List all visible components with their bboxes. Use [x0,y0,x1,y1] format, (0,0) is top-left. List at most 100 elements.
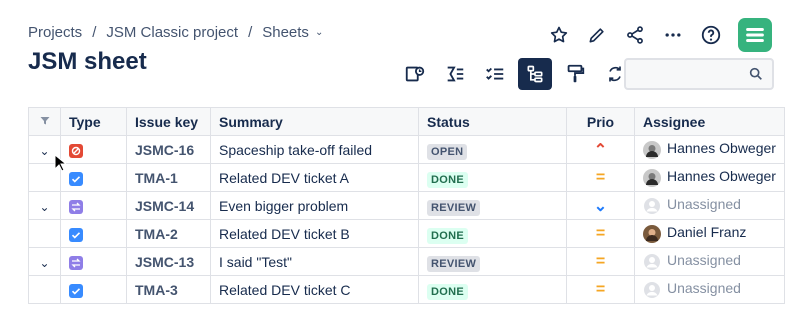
more-icon[interactable] [662,24,684,46]
issue-summary[interactable]: Related DEV ticket A [210,163,419,192]
status-cell[interactable]: DONE [418,219,567,248]
issue-key[interactable]: JSMC-14 [126,191,211,220]
expand-toggle[interactable]: ⌄ [28,191,61,220]
status-badge[interactable]: DONE [427,283,468,300]
toolbar [398,58,632,90]
issue-summary[interactable]: Related DEV ticket C [210,275,419,304]
change-icon [69,199,83,214]
issue-summary[interactable]: I said "Test" [210,247,419,276]
status-cell[interactable]: OPEN [418,135,567,164]
header-summary[interactable]: Summary [210,107,419,136]
issue-key[interactable]: TMA-1 [126,163,211,192]
priority-cell[interactable]: ⌃ [566,135,635,164]
status-badge[interactable]: REVIEW [427,199,481,216]
type-cell [60,191,127,220]
assignee-name[interactable]: Unassigned [667,196,741,212]
breadcrumb-sheets[interactable]: Sheets [262,24,309,41]
priority-cell[interactable]: = [566,275,635,304]
table-row[interactable]: ⌄ JSMC-14 Even bigger problem REVIEW ⌄ Unassi… [28,191,785,220]
header-actions [548,18,772,52]
assignee-cell[interactable]: Hannes Obweger [634,163,785,192]
assignee-cell[interactable]: Unassigned [634,247,785,276]
breadcrumb-project[interactable]: JSM Classic project [106,24,238,41]
avatar [643,224,661,243]
assignee-name[interactable]: Hannes Obweger [667,140,776,156]
table-row[interactable]: ⌄ JSMC-13 I said "Test" REVIEW = Unassigned [28,247,785,276]
issue-summary[interactable]: Related DEV ticket B [210,219,419,248]
priority-cell[interactable]: = [566,247,635,276]
hierarchy-icon[interactable] [518,58,552,90]
header-assignee[interactable]: Assignee [634,107,785,136]
type-cell [60,163,127,192]
chevron-down-icon[interactable]: ⌄ [39,200,49,214]
star-icon[interactable] [548,24,570,46]
table-row[interactable]: TMA-3 Related DEV ticket C DONE = Unassigned [28,275,785,304]
issues-table: Type Issue key Summary Status Prio Assig… [28,107,785,304]
assignee-cell[interactable]: Daniel Franz [634,219,785,248]
assignee-cell[interactable]: Hannes Obweger [634,135,785,164]
priority-cell[interactable]: ⌄ [566,191,635,220]
priority-medium-icon: = [595,252,606,270]
sum-icon[interactable] [438,58,472,90]
header-status[interactable]: Status [418,107,567,136]
search-icon[interactable] [746,64,766,84]
assignee-cell[interactable]: Unassigned [634,275,785,304]
assignee-name[interactable]: Hannes Obweger [667,168,776,184]
status-cell[interactable]: DONE [418,275,567,304]
header-issue-key[interactable]: Issue key [126,107,211,136]
status-cell[interactable]: REVIEW [418,191,567,220]
breadcrumb-separator: / [248,24,253,41]
status-cell[interactable]: DONE [418,163,567,192]
mouse-cursor-icon [54,154,66,172]
priority-medium-icon: = [595,168,606,186]
breadcrumb: Projects / JSM Classic project / Sheets … [28,24,323,41]
assignee-cell[interactable]: Unassigned [634,191,785,220]
assignee-name[interactable]: Unassigned [667,252,741,268]
format-paint-icon[interactable] [558,58,592,90]
issue-key[interactable]: TMA-2 [126,219,211,248]
table-row[interactable]: TMA-1 Related DEV ticket A DONE = Hannes Obw… [28,163,785,192]
filter-icon[interactable] [39,115,51,127]
page-title: JSM sheet [28,48,147,75]
table-row[interactable]: ⌄ JSMC-16 Spaceship take-off failed OPEN ⌃ Ha… [28,135,785,164]
status-badge[interactable]: OPEN [427,143,468,160]
chevron-down-icon[interactable]: ⌄ [315,27,323,38]
view-settings-icon[interactable] [398,58,432,90]
chevron-down-icon[interactable]: ⌄ [39,256,49,270]
table-row[interactable]: TMA-2 Related DEV ticket B DONE = Daniel Fra… [28,219,785,248]
header-prio[interactable]: Prio [566,107,635,136]
row-indent [28,219,61,248]
assignee-name[interactable]: Unassigned [667,280,741,296]
type-cell [60,219,127,248]
issue-key[interactable]: TMA-3 [126,275,211,304]
issue-key[interactable]: JSMC-16 [126,135,211,164]
avatar [643,168,661,187]
priority-high-icon: ⌃ [593,141,608,159]
issue-key[interactable]: JSMC-13 [126,247,211,276]
status-badge[interactable]: REVIEW [427,255,481,272]
expand-toggle[interactable]: ⌄ [28,247,61,276]
app-logo-icon[interactable] [738,18,772,52]
priority-medium-icon: = [595,280,606,298]
filter-header[interactable] [28,107,61,136]
chevron-down-icon[interactable]: ⌄ [39,144,49,158]
type-cell [60,135,127,164]
priority-cell[interactable]: = [566,163,635,192]
edit-icon[interactable] [586,24,608,46]
type-cell [60,247,127,276]
breadcrumb-projects[interactable]: Projects [28,24,82,41]
checklist-icon[interactable] [478,58,512,90]
task-icon [69,283,83,298]
status-badge[interactable]: DONE [427,227,468,244]
search-input[interactable] [624,58,774,90]
header-type[interactable]: Type [60,107,127,136]
status-cell[interactable]: REVIEW [418,247,567,276]
issue-summary[interactable]: Even bigger problem [210,191,419,220]
issue-summary[interactable]: Spaceship take-off failed [210,135,419,164]
share-icon[interactable] [624,24,646,46]
help-icon[interactable] [700,24,722,46]
priority-cell[interactable]: = [566,219,635,248]
status-badge[interactable]: DONE [427,171,468,188]
assignee-name[interactable]: Daniel Franz [667,224,746,240]
priority-medium-icon: = [595,224,606,242]
